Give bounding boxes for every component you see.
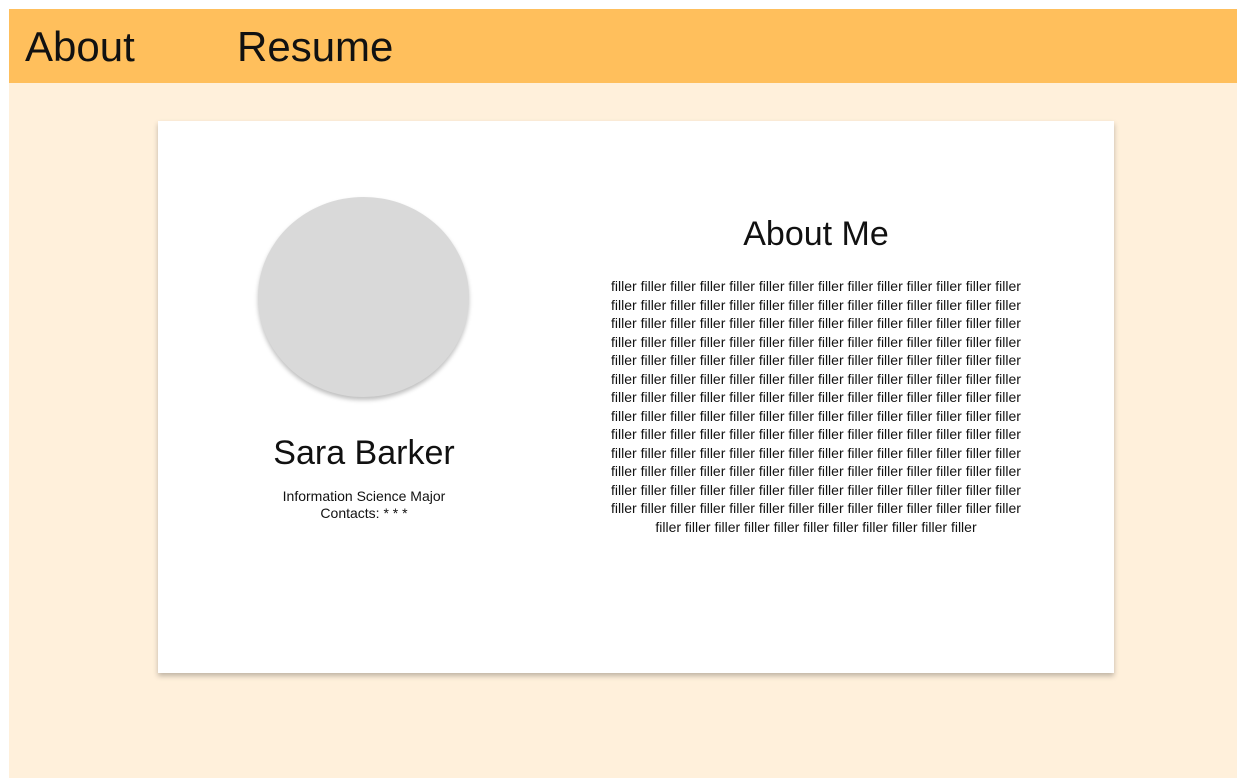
avatar-placeholder	[258, 197, 469, 397]
page-background: About Resume Sara Barker Information Sci…	[9, 9, 1237, 778]
nav-resume-link[interactable]: Resume	[237, 22, 393, 72]
profile-name: Sara Barker	[273, 434, 455, 472]
about-me-text: filler filler filler filler filler fille…	[611, 278, 1021, 535]
profile-info: Information Science Major Contacts: * * …	[214, 488, 514, 522]
top-navbar: About Resume	[9, 9, 1237, 83]
profile-major: Information Science Major	[282, 488, 446, 504]
profile-card: Sara Barker Information Science Major Co…	[158, 121, 1114, 673]
about-me-heading: About Me	[743, 215, 889, 253]
profile-contacts: Contacts: * * *	[320, 505, 408, 521]
nav-about-link[interactable]: About	[25, 22, 135, 72]
